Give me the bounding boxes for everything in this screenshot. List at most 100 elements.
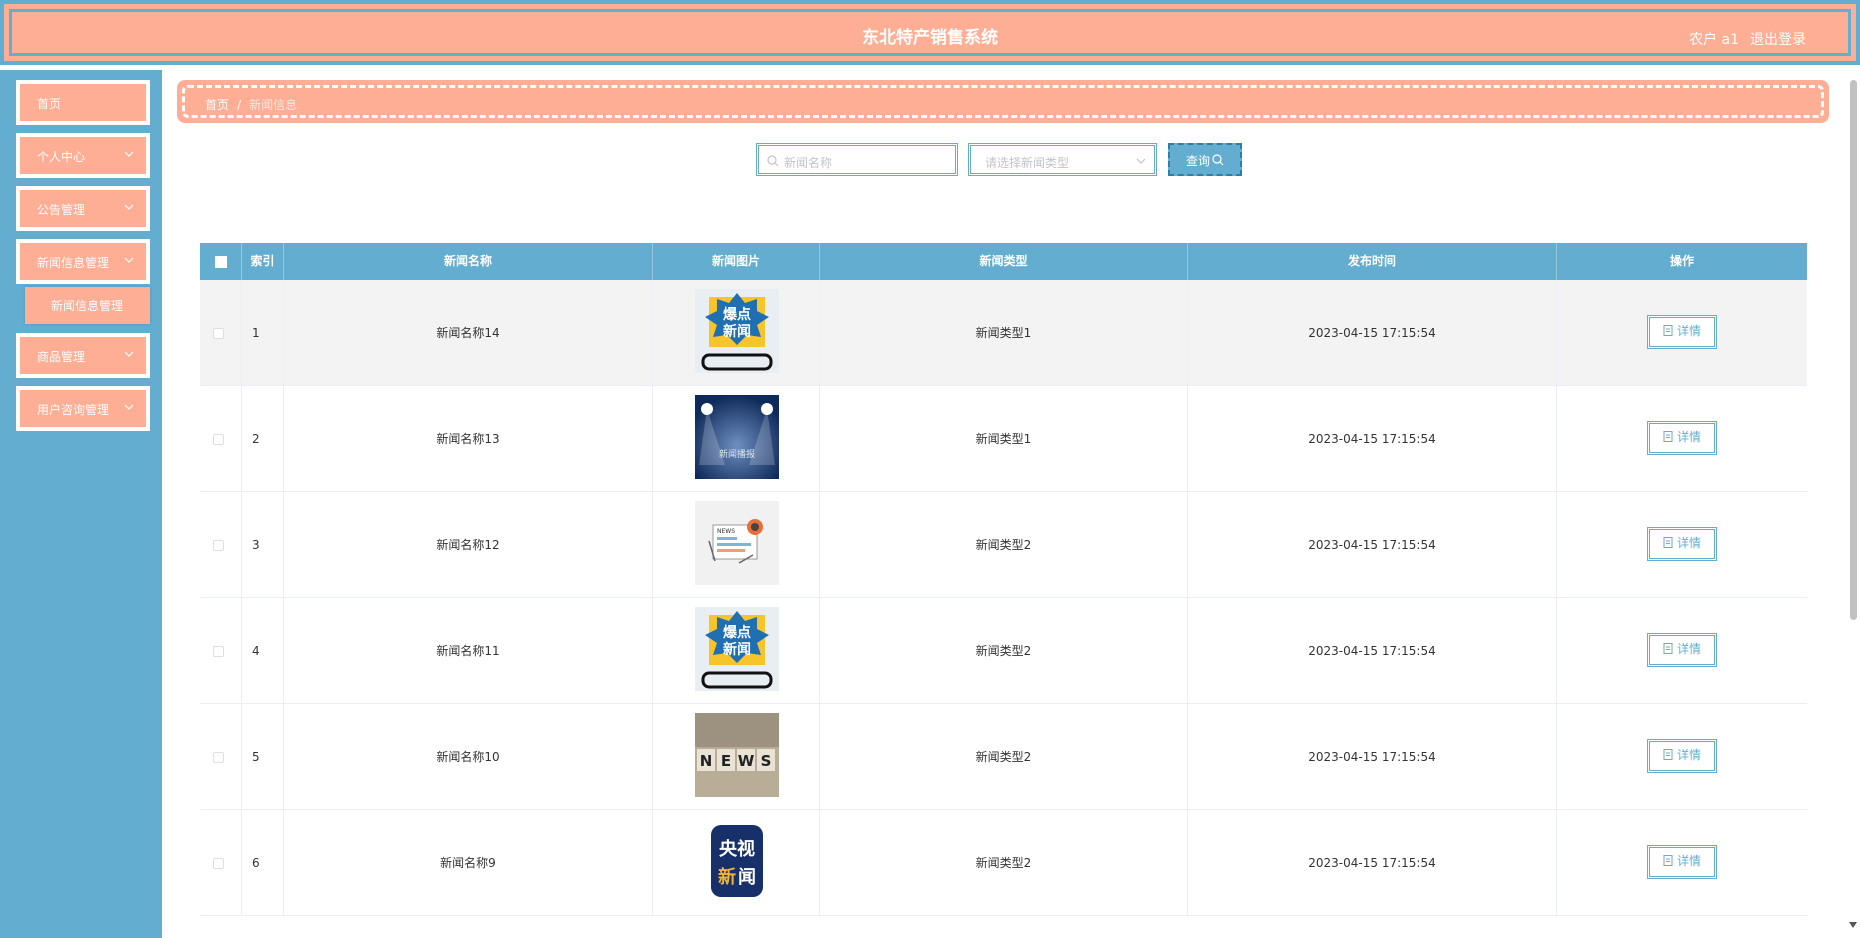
table-row: 1 新闻名称14 爆点 新闻 新闻类型1 2023-04-15 17:15:54 详情	[200, 280, 1807, 386]
row-news-type: 新闻类型1	[820, 386, 1188, 492]
query-button-label: 查询	[1186, 154, 1211, 168]
row-publish-time: 2023-04-15 17:15:54	[1188, 280, 1557, 386]
row-publish-time: 2023-04-15 17:15:54	[1188, 704, 1557, 810]
current-user-label: 农户 a1	[1689, 32, 1739, 48]
row-actions-cell: 详情	[1557, 704, 1807, 810]
chevron-down-icon	[124, 404, 134, 410]
row-actions-cell: 详情	[1557, 386, 1807, 492]
row-publish-time: 2023-04-15 17:15:54	[1188, 386, 1557, 492]
breadcrumb-separator: /	[237, 98, 242, 112]
row-news-type: 新闻类型1	[820, 280, 1188, 386]
scrollbar-thumb[interactable]	[1850, 80, 1857, 620]
row-checkbox[interactable]	[213, 434, 224, 445]
breadcrumb-home-link[interactable]: 首页	[205, 98, 229, 112]
detail-button[interactable]: 详情	[1647, 315, 1717, 349]
column-header-actions: 操作	[1669, 254, 1694, 268]
breadcrumb-frame: 首页 / 新闻信息	[182, 85, 1824, 118]
table-header: 索引 新闻名称 新闻图片 新闻类型 发布时间 操作	[200, 243, 1807, 280]
spotlight-news-image: 新闻播报	[695, 395, 779, 479]
page-scrollbar[interactable]	[1846, 70, 1860, 938]
detail-button-label: 详情	[1676, 430, 1701, 444]
row-news-image-cell: 爆点 新闻	[653, 598, 820, 704]
document-icon	[1663, 855, 1673, 866]
sidebar: 首页 个人中心 公告管理 新闻信息管理 新闻信息管理 商品管理 用户咨询管理	[0, 70, 162, 938]
row-select-cell	[200, 810, 242, 916]
svg-text:S: S	[761, 752, 772, 770]
breadcrumb: 首页 / 新闻信息	[177, 80, 1829, 123]
detail-button[interactable]: 详情	[1647, 739, 1717, 773]
sidebar-item-notice-management[interactable]: 公告管理	[16, 186, 150, 231]
select-all-checkbox[interactable]	[214, 255, 227, 268]
select-placeholder: 请选择新闻类型	[985, 156, 1070, 170]
row-actions-cell: 详情	[1557, 280, 1807, 386]
news-name-search-input[interactable]: 新闻名称	[756, 143, 958, 176]
row-select-cell	[200, 598, 242, 704]
svg-text:爆点: 爆点	[723, 306, 751, 323]
row-actions-cell: 详情	[1557, 492, 1807, 598]
row-checkbox[interactable]	[213, 328, 224, 339]
sidebar-item-news-management[interactable]: 新闻信息管理	[16, 239, 150, 284]
row-news-type: 新闻类型2	[820, 704, 1188, 810]
detail-button[interactable]: 详情	[1647, 421, 1717, 455]
search-icon	[1212, 154, 1224, 166]
news-type-select[interactable]: 请选择新闻类型	[968, 143, 1157, 176]
table-row: 2 新闻名称13 新闻播报 新闻类型1 2023-04-15 17:15:54 详情	[200, 386, 1807, 492]
chevron-down-icon	[124, 151, 134, 157]
sidebar-item-personal-center[interactable]: 个人中心	[16, 133, 150, 178]
column-header-name: 新闻名称	[284, 243, 653, 280]
row-news-image-cell: NEWS	[653, 704, 820, 810]
query-button[interactable]: 查询	[1168, 143, 1242, 176]
svg-text:NEWS: NEWS	[717, 528, 735, 535]
search-icon	[767, 155, 779, 167]
row-index: 1	[242, 280, 284, 386]
news-table: 索引 新闻名称 新闻图片 新闻类型 发布时间 操作 1 新闻名称14 爆点 新闻 新闻类…	[200, 243, 1807, 938]
row-checkbox[interactable]	[213, 540, 224, 551]
row-news-image-cell: NEWS	[653, 492, 820, 598]
chevron-down-icon	[124, 204, 134, 210]
newspaper-image: NEWS	[695, 501, 779, 585]
row-news-name: 新闻名称12	[284, 492, 653, 598]
row-news-image-cell: 爆点 新闻	[653, 280, 820, 386]
svg-text:闻: 闻	[738, 866, 756, 888]
top-header: 东北特产销售系统 农户 a1 退出登录	[0, 0, 1860, 65]
row-news-type: 新闻类型2	[820, 598, 1188, 704]
svg-text:E: E	[721, 752, 731, 770]
row-news-name: 新闻名称14	[284, 280, 653, 386]
svg-text:央视: 央视	[719, 838, 755, 860]
chevron-down-icon	[124, 351, 134, 357]
search-placeholder: 新闻名称	[784, 156, 833, 170]
row-publish-time: 2023-04-15 17:15:54	[1188, 810, 1557, 916]
column-header-time: 发布时间	[1188, 243, 1557, 280]
detail-button[interactable]: 详情	[1647, 527, 1717, 561]
sidebar-item-home[interactable]: 首页	[16, 80, 150, 125]
logout-link[interactable]: 退出登录	[1750, 29, 1806, 49]
svg-text:新闻: 新闻	[723, 323, 751, 340]
column-header-index: 索引	[242, 243, 284, 280]
document-icon	[1663, 325, 1673, 336]
sidebar-item-consult-management[interactable]: 用户咨询管理	[16, 386, 150, 431]
detail-button[interactable]: 详情	[1647, 633, 1717, 667]
row-index: 6	[242, 810, 284, 916]
sidebar-subitem-news-info[interactable]: 新闻信息管理	[25, 287, 150, 324]
document-icon	[1663, 537, 1673, 548]
row-actions-cell: 详情	[1557, 598, 1807, 704]
detail-button[interactable]: 详情	[1647, 845, 1717, 879]
row-news-name: 新闻名称11	[284, 598, 653, 704]
row-news-name: 新闻名称10	[284, 704, 653, 810]
table-row: 4 新闻名称11 爆点 新闻 新闻类型2 2023-04-15 17:15:54 详情	[200, 598, 1807, 704]
row-publish-time: 2023-04-15 17:15:54	[1188, 598, 1557, 704]
sidebar-item-label: 商品管理	[37, 350, 86, 364]
sidebar-item-goods-management[interactable]: 商品管理	[16, 333, 150, 378]
news-blocks-image: NEWS	[695, 713, 779, 797]
row-news-image-cell: 央视新闻	[653, 810, 820, 916]
select-all-header	[200, 243, 242, 280]
column-header-image: 新闻图片	[653, 243, 820, 280]
row-select-cell	[200, 386, 242, 492]
document-icon	[1663, 749, 1673, 760]
app-title: 东北特产销售系统	[862, 28, 998, 48]
row-index: 2	[242, 386, 284, 492]
row-checkbox[interactable]	[213, 752, 224, 763]
row-checkbox[interactable]	[213, 646, 224, 657]
scroll-down-arrow[interactable]	[1849, 922, 1857, 928]
row-checkbox[interactable]	[213, 858, 224, 869]
